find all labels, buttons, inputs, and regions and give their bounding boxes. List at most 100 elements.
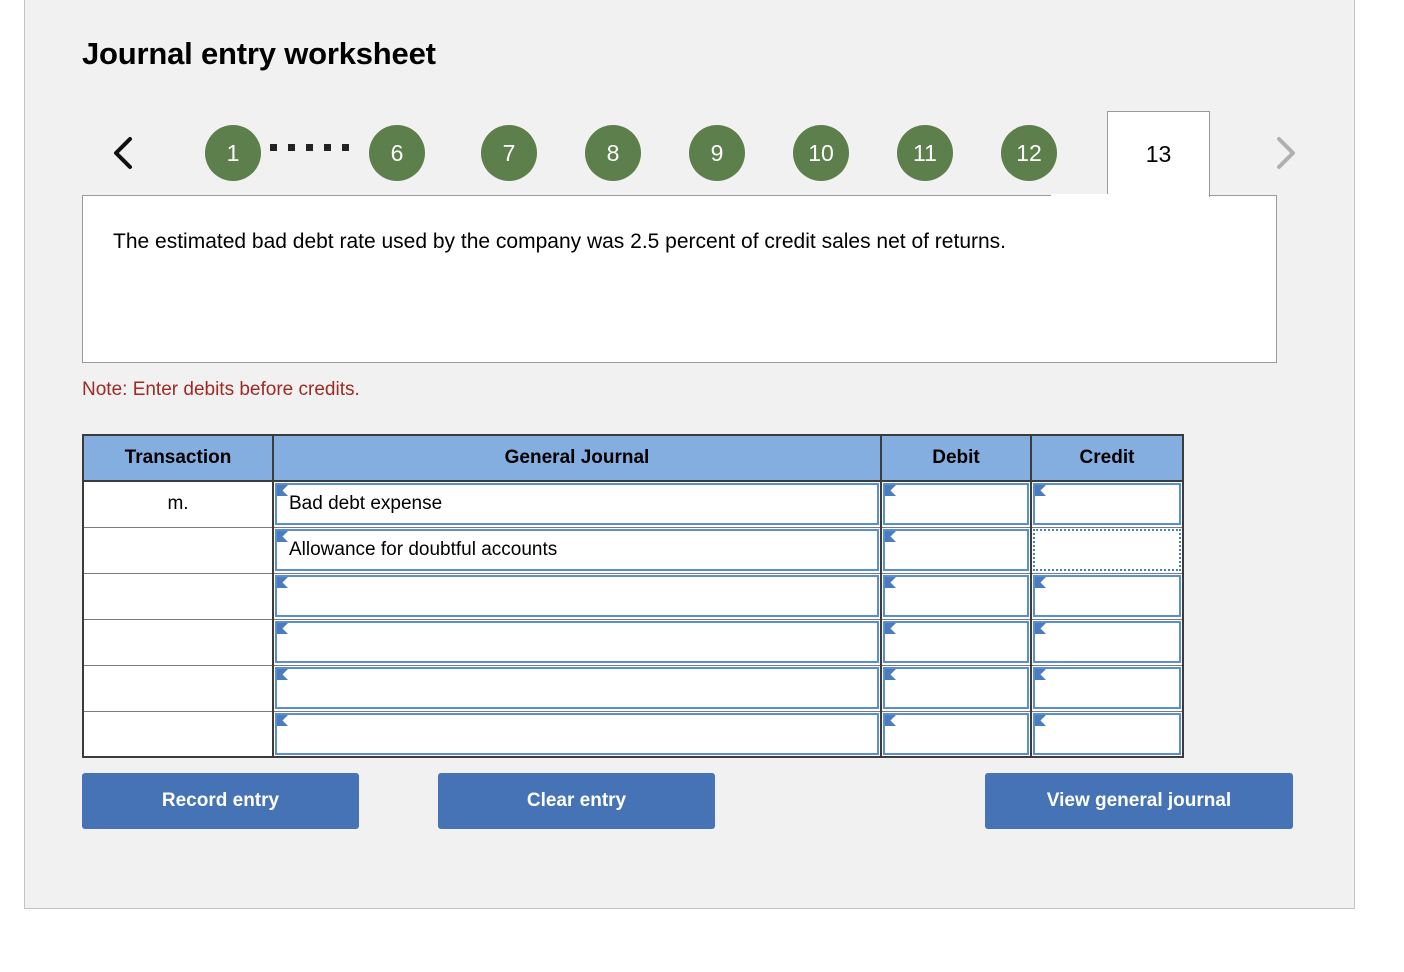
table-header-row: Transaction General Journal Debit Credit [82,434,1184,482]
credit-cell[interactable] [1030,572,1184,620]
debit-input[interactable] [883,529,1029,571]
credit-input[interactable] [1033,621,1181,663]
account-input[interactable] [275,667,879,709]
table-row: m. Bad debt expense [82,480,1184,528]
ellipsis-dot [306,144,313,151]
dropdown-marker-icon [885,485,896,497]
table-row [82,710,1184,758]
tab-label: 6 [390,139,404,166]
dropdown-marker-icon [885,577,896,588]
debit-cell[interactable] [880,618,1032,666]
credit-cell[interactable] [1030,526,1184,574]
tab-panel-connector [1051,194,1152,197]
general-journal-cell[interactable] [272,664,882,712]
dropdown-marker-icon [277,714,288,726]
account-input[interactable] [275,575,879,617]
account-input[interactable]: Bad debt expense [275,483,879,526]
tab-label: 7 [502,139,516,166]
credit-input[interactable] [1033,667,1181,709]
tab-navigation: 1 6 7 8 9 10 11 12 13 [82,111,1332,197]
debit-input[interactable] [883,621,1029,663]
debit-cell[interactable] [880,526,1032,574]
ellipsis-dot [288,144,295,151]
debits-before-credits-note: Note: Enter debits before credits. [82,379,360,400]
tab-label: 13 [1145,141,1172,167]
chevron-right-icon[interactable] [1268,125,1302,181]
debit-input[interactable] [883,483,1029,526]
tab-step-8[interactable]: 8 [585,125,641,181]
tab-step-13-active[interactable]: 13 [1107,111,1210,197]
dropdown-marker-icon [1035,485,1046,497]
dropdown-marker-icon [277,669,288,680]
account-input[interactable]: Allowance for doubtful accounts [275,529,879,571]
tab-label: 11 [913,139,937,166]
tab-ellipsis [270,144,349,151]
tab-label: 1 [226,139,240,166]
credit-cell[interactable] [1030,664,1184,712]
column-header-transaction: Transaction [82,434,274,482]
record-entry-button[interactable]: Record entry [82,773,359,829]
debit-cell[interactable] [880,480,1032,528]
chevron-left-icon[interactable] [106,125,140,181]
credit-input[interactable] [1033,575,1181,617]
transaction-cell[interactable] [82,710,274,758]
tab-step-6[interactable]: 6 [369,125,425,181]
credit-cell[interactable] [1030,618,1184,666]
debit-cell[interactable] [880,664,1032,712]
debit-cell[interactable] [880,710,1032,758]
credit-cell[interactable] [1030,480,1184,528]
account-value: Allowance for doubtful accounts [289,539,558,560]
column-header-general-journal: General Journal [272,434,882,482]
tab-step-1[interactable]: 1 [205,125,261,181]
table-row: Allowance for doubtful accounts [82,526,1184,574]
debit-cell[interactable] [880,572,1032,620]
journal-entry-table: Transaction General Journal Debit Credit… [82,434,1184,758]
general-journal-cell[interactable] [272,618,882,666]
table-row [82,664,1184,712]
dropdown-marker-icon [885,623,896,634]
dropdown-marker-icon [1035,577,1046,588]
dropdown-marker-icon [277,623,288,634]
transaction-cell[interactable] [82,572,274,620]
dropdown-marker-icon [885,531,896,542]
dropdown-marker-icon [1035,669,1046,680]
general-journal-cell[interactable]: Bad debt expense [272,480,882,528]
general-journal-cell[interactable]: Allowance for doubtful accounts [272,526,882,574]
ellipsis-dot [324,144,331,151]
tab-step-12[interactable]: 12 [1001,125,1057,181]
tab-step-7[interactable]: 7 [481,125,537,181]
view-general-journal-button[interactable]: View general journal [985,773,1293,829]
dropdown-marker-icon [277,531,288,542]
credit-input[interactable] [1033,483,1181,526]
table-row [82,618,1184,666]
clear-entry-button[interactable]: Clear entry [438,773,715,829]
general-journal-cell[interactable] [272,710,882,758]
debit-input[interactable] [883,712,1029,755]
tab-label: 9 [710,139,724,166]
table-row [82,572,1184,620]
account-input[interactable] [275,712,879,755]
debit-input[interactable] [883,575,1029,617]
dropdown-marker-icon [1035,623,1046,634]
credit-input[interactable] [1033,712,1181,755]
ellipsis-dot [270,144,277,151]
account-value: Bad debt expense [289,493,443,515]
account-input[interactable] [275,621,879,663]
transaction-cell[interactable]: m. [82,480,274,528]
dropdown-marker-icon [885,714,896,726]
tab-step-10[interactable]: 10 [793,125,849,181]
general-journal-cell[interactable] [272,572,882,620]
dropdown-marker-icon [885,669,896,680]
credit-input-selected[interactable] [1033,529,1181,571]
debit-input[interactable] [883,667,1029,709]
tab-step-9[interactable]: 9 [689,125,745,181]
transaction-cell[interactable] [82,664,274,712]
page-title: Journal entry worksheet [82,36,436,71]
transaction-cell[interactable] [82,618,274,666]
transaction-cell[interactable] [82,526,274,574]
dropdown-marker-icon [277,485,288,497]
credit-cell[interactable] [1030,710,1184,758]
tab-step-11[interactable]: 11 [897,125,953,181]
dropdown-marker-icon [277,577,288,588]
ellipsis-dot [342,144,349,151]
